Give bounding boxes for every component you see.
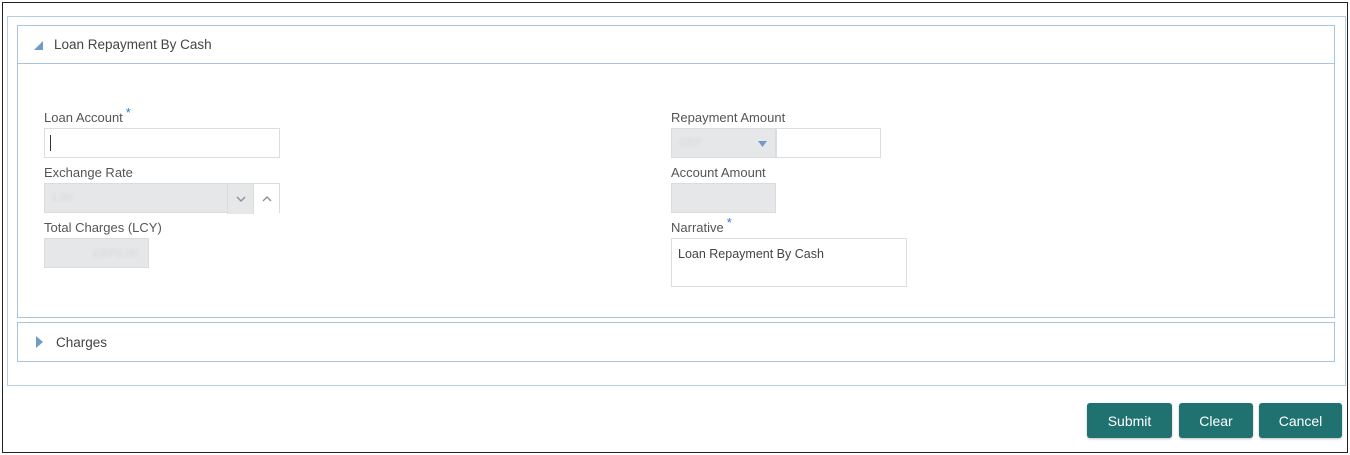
expand-triangle-icon[interactable] — [36, 336, 43, 348]
currency-value: GBP — [679, 137, 703, 149]
account-amount-input — [671, 183, 776, 213]
repayment-currency-select[interactable]: GBP — [671, 128, 776, 158]
chevron-up-icon — [262, 196, 271, 202]
account-amount-label: Account Amount — [671, 165, 766, 180]
cancel-button[interactable]: Cancel — [1259, 403, 1342, 438]
narrative-label: Narrative * — [671, 215, 732, 235]
charges-panel-header[interactable]: Charges — [17, 322, 1335, 362]
submit-button[interactable]: Submit — [1087, 403, 1172, 438]
total-charges-label: Total Charges (LCY) — [44, 220, 162, 235]
dropdown-caret-icon — [758, 141, 767, 147]
increment-button[interactable] — [253, 184, 279, 214]
repayment-amount-label: Repayment Amount — [671, 110, 786, 125]
clear-button[interactable]: Clear — [1179, 403, 1253, 438]
required-marker: * — [125, 105, 131, 120]
exchange-rate-value: 1.00 — [51, 192, 73, 204]
decrement-button[interactable] — [227, 184, 253, 214]
total-charges-input: GBP0.00 — [44, 238, 149, 268]
chevron-down-icon — [236, 196, 245, 202]
loan-account-input[interactable] — [44, 128, 280, 158]
panel-title: Loan Repayment By Cash — [54, 37, 212, 52]
text-cursor — [50, 135, 51, 151]
required-marker: * — [726, 215, 732, 230]
exchange-rate-label: Exchange Rate — [44, 165, 133, 180]
loan-account-label: Loan Account * — [44, 105, 131, 125]
loan-repayment-panel-header[interactable]: Loan Repayment By Cash — [18, 26, 1334, 64]
collapse-triangle-icon[interactable] — [34, 41, 43, 50]
exchange-rate-input: 1.00 — [44, 183, 280, 214]
charges-title: Charges — [56, 334, 108, 350]
narrative-textarea[interactable]: Loan Repayment By Cash — [671, 238, 907, 287]
total-charges-value: GBP0.00 — [93, 248, 138, 260]
repayment-amount-input[interactable] — [776, 128, 881, 158]
